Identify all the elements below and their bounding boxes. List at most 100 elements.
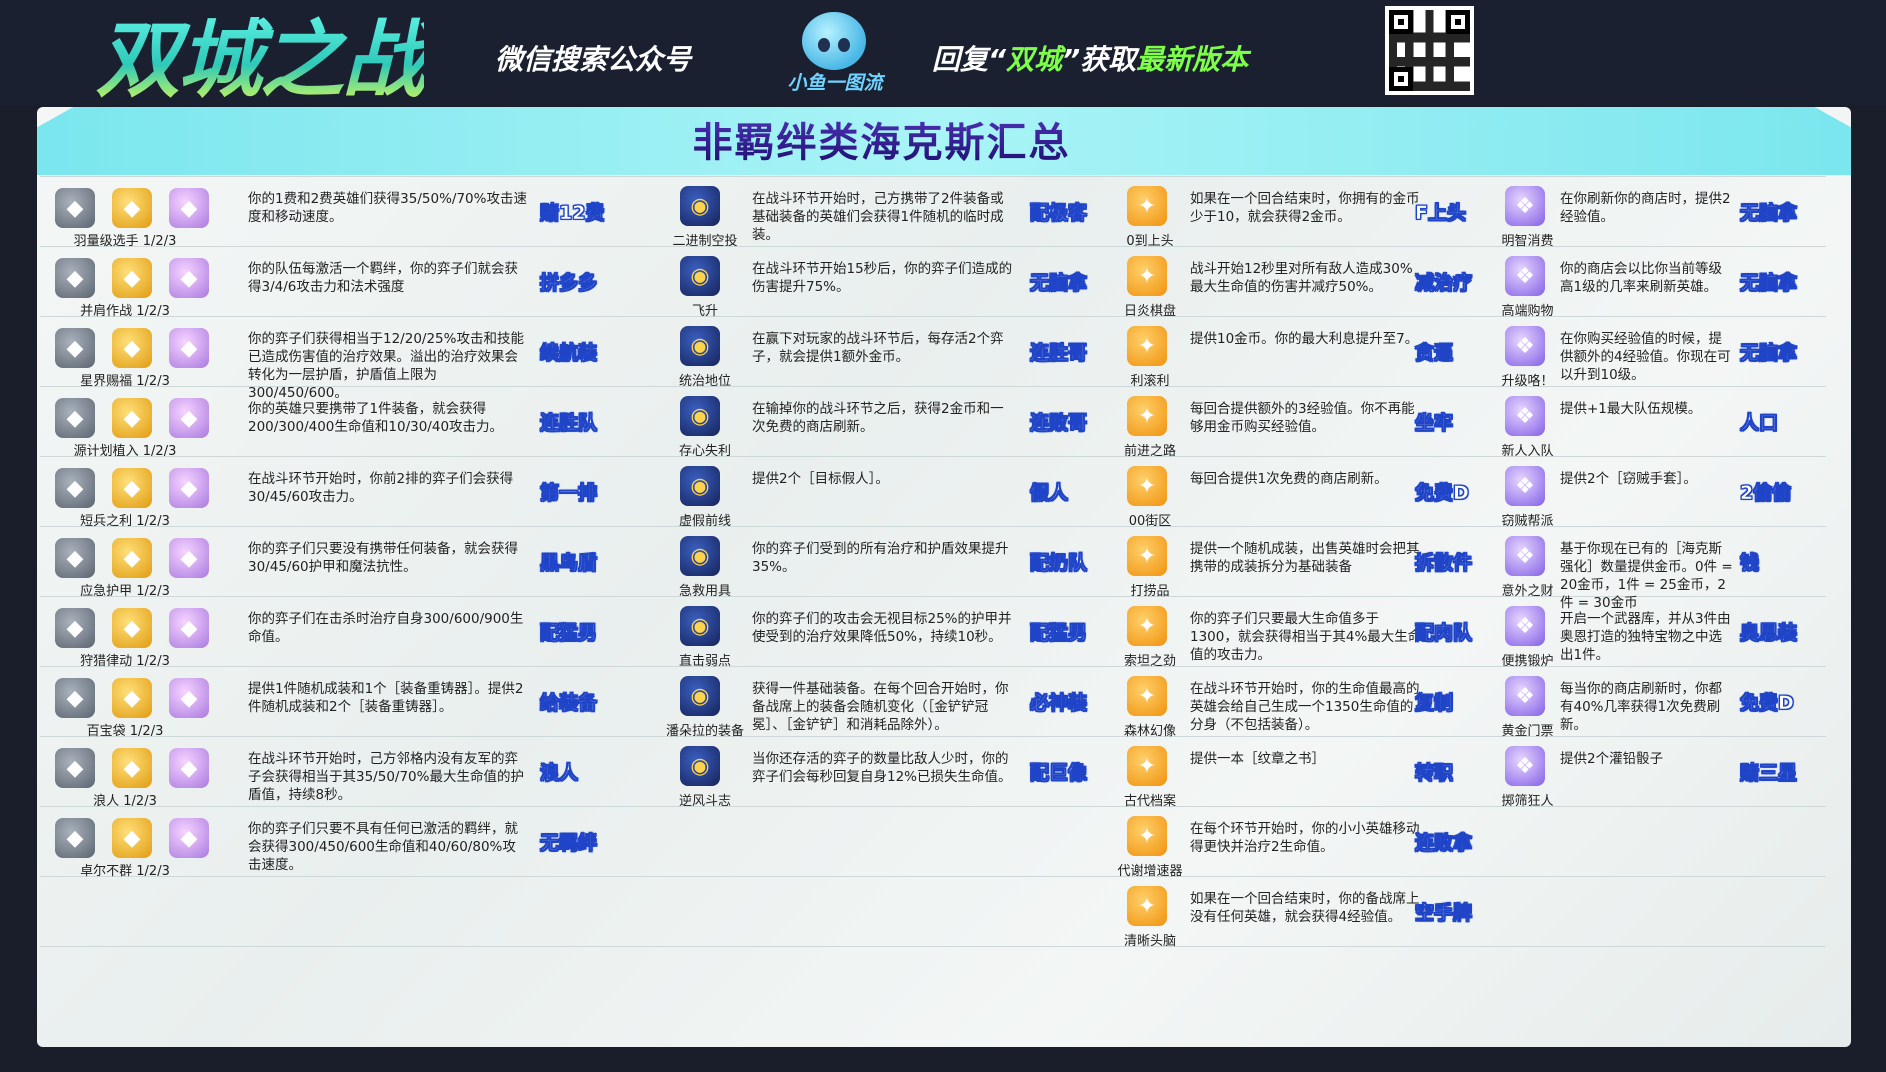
- augment-icon: ❖: [1505, 606, 1545, 646]
- augment-tag: 第一排: [540, 482, 598, 505]
- augment-tag: 配肉队: [1415, 622, 1473, 645]
- augment-tag: 免费D: [1740, 692, 1794, 715]
- augment-description: 你的队伍每激活一个羁绊，你的弈子们就会获得3/4/6攻击力和法术强度: [248, 261, 518, 295]
- qr-code[interactable]: [1385, 6, 1474, 95]
- augment-tier-3-icon: ◆: [169, 188, 209, 228]
- augment-icon: ◉: [680, 466, 720, 506]
- header-bar: 双城之战 微信搜索公众号 小鱼一图流 回复“双城”获取最新版本: [0, 0, 1886, 109]
- augment-tier-2-icon: ◆: [112, 748, 152, 788]
- augment-description: 在战斗环节开始时，己方邻格内没有友军的弈子会获得相当于其35/50/70%最大生…: [248, 751, 524, 803]
- augment-tag: 复制: [1415, 692, 1454, 715]
- augment-description: 提供+1最大队伍规模。: [1560, 401, 1702, 417]
- augment-tier-1-icon: ◆: [55, 468, 95, 508]
- augment-icon: ◉: [680, 746, 720, 786]
- augment-tier-2-icon: ◆: [112, 188, 152, 228]
- augment-icon: ✦: [1127, 746, 1167, 786]
- augment-tag: 配巨像: [1030, 762, 1088, 785]
- augment-tag: 配猛男: [540, 622, 598, 645]
- augment-name: 新人入队: [1501, 444, 1554, 459]
- augment-tag: 赌三星: [1740, 762, 1798, 785]
- mascot-icon: [802, 12, 866, 70]
- augment-tag: 人口: [1740, 412, 1779, 435]
- augment-icon: ✦: [1127, 886, 1167, 926]
- augment-name: 百宝袋 1/2/3: [86, 724, 164, 739]
- augment-icon: ✦: [1127, 536, 1167, 576]
- augment-name: 急救用具: [678, 584, 731, 599]
- augment-name: 清晰头脑: [1123, 934, 1176, 949]
- augment-icon: ◉: [680, 536, 720, 576]
- augment-description: 在战斗环节开始15秒后，你的弈子们造成的伤害提升75%。: [752, 261, 1013, 295]
- augment-description: 提供2个［窃贼手套］。: [1560, 471, 1697, 487]
- augment-tag: 无脑拿: [1740, 272, 1798, 295]
- augment-icon: ◉: [680, 676, 720, 716]
- augment-description: 你的弈子们只要不具有任何已激活的羁绊，就会获得300/450/600生命值和40…: [248, 821, 518, 873]
- augment-tag: 配奶队: [1030, 552, 1088, 575]
- augment-description: 获得一件基础装备。在每个回合开始时，你备战席上的装备会随机变化（［金铲铲冠冕］、…: [752, 681, 1009, 733]
- augment-description: 你的英雄只要携带了1件装备，就会获得200/300/400生命值和10/30/4…: [248, 401, 504, 435]
- augment-name: 源计划植入 1/2/3: [73, 444, 177, 459]
- augment-name: 直击弱点: [678, 654, 731, 669]
- augment-name: 打捞品: [1130, 584, 1170, 599]
- augment-description: 你的商店会以比你当前等级高1级的几率来刷新英雄。: [1560, 261, 1722, 295]
- augment-description: 当你还存活的弈子的数量比敌人少时，你的弈子们会每秒回复自身12%已损失生命值。: [752, 751, 1012, 785]
- augment-icon: ❖: [1505, 186, 1545, 226]
- augment-tier-2-icon: ◆: [112, 678, 152, 718]
- augment-tier-1-icon: ◆: [55, 258, 95, 298]
- augment-tier-1-icon: ◆: [55, 608, 95, 648]
- augment-icon: ✦: [1127, 396, 1167, 436]
- augment-icon: ◉: [680, 606, 720, 646]
- augment-name: 窃贼帮派: [1501, 514, 1554, 529]
- augment-tag: F上头: [1415, 202, 1467, 225]
- augment-icon: ✦: [1127, 256, 1167, 296]
- augment-name: 浪人 1/2/3: [93, 794, 157, 809]
- augment-tag: 2偷偷: [1740, 482, 1792, 505]
- augment-name: 利滚利: [1130, 374, 1170, 389]
- augment-name: 高端购物: [1501, 304, 1554, 319]
- augment-tier-3-icon: ◆: [169, 818, 209, 858]
- augment-icon: ✦: [1127, 186, 1167, 226]
- augment-description: 你的弈子们的攻击会无视目标25%的护甲并使受到的治疗效果降低50%，持续10秒。: [752, 611, 1012, 645]
- augment-tag: 配猛男: [1030, 622, 1088, 645]
- augment-tier-1-icon: ◆: [55, 188, 95, 228]
- augment-description: 你的弈子们在击杀时治疗自身300/600/900生命值。: [248, 611, 524, 645]
- augment-description: 在战斗环节开始时，你前2排的弈子们会获得30/45/60攻击力。: [248, 471, 514, 505]
- augment-name: 索坦之劲: [1123, 654, 1176, 669]
- augment-icon: ◉: [680, 326, 720, 366]
- augment-name: 星界赐福 1/2/3: [80, 374, 170, 389]
- augment-tier-1-icon: ◆: [55, 538, 95, 578]
- augment-name: 前进之路: [1123, 444, 1176, 459]
- augment-tier-1-icon: ◆: [55, 748, 95, 788]
- augment-tag: 免费D: [1415, 482, 1469, 505]
- augment-tag: 坐牢: [1415, 412, 1454, 435]
- augment-description: 如果在一个回合结束时，你的备战席上没有任何英雄，就会获得4经验值。: [1190, 891, 1420, 925]
- augment-icon: ◉: [680, 256, 720, 296]
- augment-tier-3-icon: ◆: [169, 748, 209, 788]
- augment-tag: 必神装: [1030, 692, 1088, 715]
- augment-tier-2-icon: ◆: [112, 468, 152, 508]
- augment-description: 在赢下对玩家的战斗环节后，每存活2个弈子，就会提供1额外金币。: [752, 331, 1004, 365]
- augment-description: 在输掉你的战斗环节之后，获得2金币和一次免费的商店刷新。: [752, 401, 1004, 435]
- augment-tag: 配极客: [1030, 202, 1088, 225]
- augment-tag: 假人: [1030, 482, 1069, 505]
- augment-name: 虚假前线: [678, 514, 731, 529]
- augment-description: 提供2个灌铅骰子: [1560, 751, 1664, 767]
- augment-tag: 连败拿: [1415, 832, 1473, 855]
- augment-tag: 奥恩装: [1740, 622, 1798, 645]
- augment-tag: 贪逼: [1415, 342, 1454, 365]
- augment-tag: 连胜哥: [1030, 342, 1088, 365]
- augment-name: 00街区: [1128, 514, 1172, 529]
- augment-tier-2-icon: ◆: [112, 818, 152, 858]
- augment-description: 每回合提供额外的3经验值。你不再能够用金币购买经验值。: [1190, 401, 1415, 435]
- augment-description: 提供一本［纹章之书］: [1190, 751, 1325, 767]
- augment-tag: 赌12费: [540, 202, 605, 225]
- augment-description: 你的弈子们受到的所有治疗和护盾效果提升35%。: [752, 541, 1009, 575]
- augment-description: 提供1件随机成装和1个［装备重铸器］。提供2件随机成装和2个［装备重铸器］。: [248, 681, 524, 715]
- augment-description: 每回合提供1次免费的商店刷新。: [1190, 471, 1388, 487]
- augment-tag: 拆散件: [1415, 552, 1473, 575]
- augment-name: 日炎棋盘: [1123, 304, 1176, 319]
- augment-name: 意外之财: [1501, 584, 1554, 599]
- augment-description: 在战斗环节开始时，你的生命值最高的英雄会给自己生成一个1350生命值的分身（不包…: [1190, 681, 1420, 733]
- augment-description: 如果在一个回合结束时，你拥有的金币少于10，就会获得2金币。: [1190, 191, 1420, 225]
- augment-icon: ❖: [1505, 396, 1545, 436]
- augment-tier-2-icon: ◆: [112, 258, 152, 298]
